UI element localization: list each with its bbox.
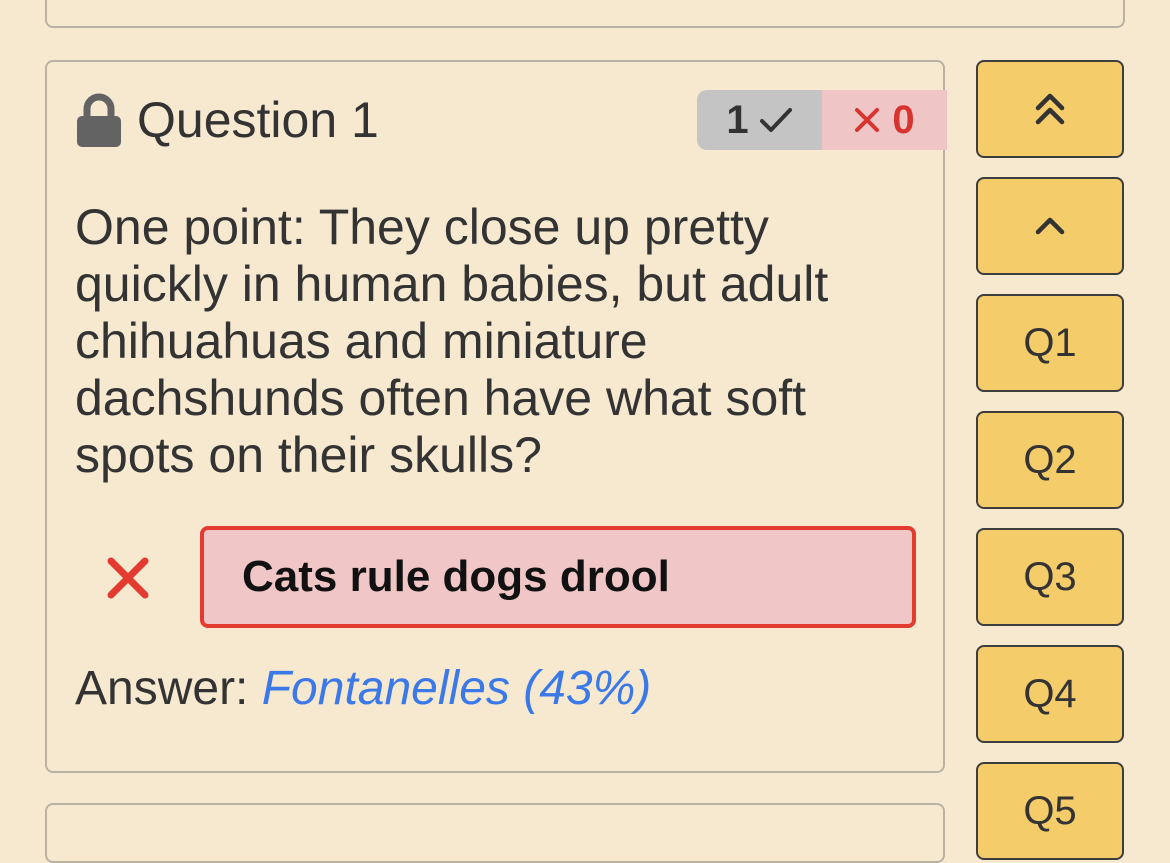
cross-icon <box>855 108 880 132</box>
score-badge: 1 0 <box>697 90 947 150</box>
question-header: Question 1 <box>75 90 379 150</box>
submitted-answer-row: Cats rule dogs drool <box>75 526 920 628</box>
question-text: One point: They close up pretty quickly … <box>75 199 829 483</box>
next-question-card <box>45 803 945 863</box>
nav-q2-button[interactable]: Q2 <box>976 411 1124 509</box>
nav-q3-button[interactable]: Q3 <box>976 528 1124 626</box>
nav-q5-button[interactable]: Q5 <box>976 762 1124 860</box>
correct-answer-line: Answer: Fontanelles (43%) <box>75 659 651 719</box>
previous-question-card <box>45 0 1125 28</box>
wrong-count-value: 0 <box>892 97 915 142</box>
nav-q4-button[interactable]: Q4 <box>976 645 1124 743</box>
wrong-count: 0 <box>822 90 947 150</box>
question-card: Question 1 1 0 One point: They close up … <box>45 60 947 773</box>
submitted-answer: Cats rule dogs drool <box>200 526 916 628</box>
check-icon <box>759 108 792 132</box>
correct-answer: Fontanelles (43%) <box>261 662 652 715</box>
double-chevron-up-icon <box>1035 93 1065 125</box>
question-title: Question 1 <box>137 92 379 148</box>
scroll-top-button[interactable] <box>976 60 1124 158</box>
lock-icon <box>77 93 121 147</box>
answer-label: Answer: <box>75 662 249 715</box>
incorrect-icon <box>107 557 149 599</box>
scroll-up-button[interactable] <box>976 177 1124 275</box>
nav-q1-button[interactable]: Q1 <box>976 294 1124 392</box>
chevron-up-icon <box>1035 217 1065 235</box>
correct-count-value: 1 <box>726 97 749 142</box>
correct-count: 1 <box>697 90 822 150</box>
